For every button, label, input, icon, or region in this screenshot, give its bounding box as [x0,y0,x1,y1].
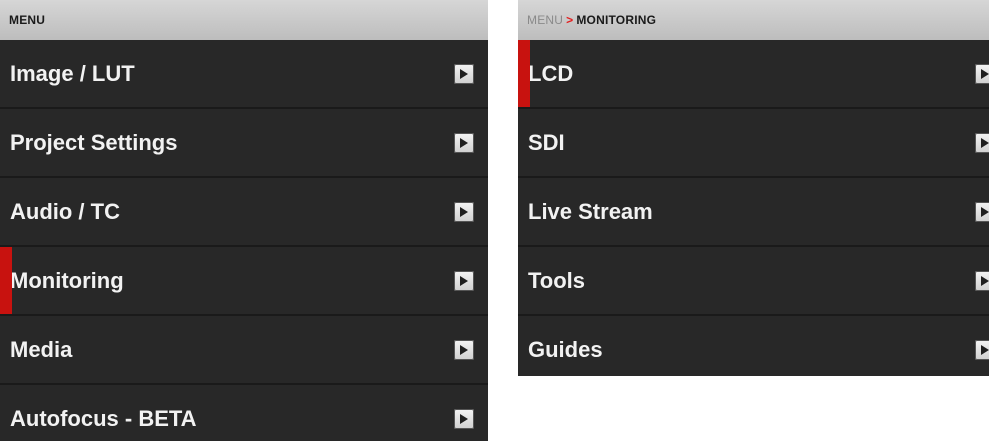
menu-item-label: Project Settings [10,129,178,155]
menu-item-label: Tools [528,267,586,293]
chevron-right-icon[interactable] [454,201,474,222]
main-menu-panel: MENU Image / LUT Project Settings Audio … [0,0,488,441]
menu-item-label: SDI [528,129,565,155]
menu-item-project-settings[interactable]: Project Settings [0,109,488,178]
menu-item-guides[interactable]: Guides [518,316,989,376]
menu-item-sdi[interactable]: SDI [518,109,989,178]
monitoring-submenu-panel: MENU > MONITORING LCD SDI Live Stream To… [518,0,989,376]
selection-indicator [518,40,530,107]
chevron-right-icon[interactable] [975,270,989,291]
menu-item-live-stream[interactable]: Live Stream [518,178,989,247]
menu-item-label: Live Stream [528,198,653,224]
breadcrumb-parent[interactable]: MENU [527,13,563,27]
menu-item-monitoring[interactable]: Monitoring [0,247,488,316]
menu-header: MENU [0,0,488,40]
chevron-right-icon[interactable] [454,270,474,291]
chevron-right-icon[interactable] [454,63,474,84]
chevron-right-icon[interactable] [975,339,989,360]
menu-item-lcd[interactable]: LCD [518,40,989,109]
menu-item-label: Monitoring [10,267,124,293]
selection-indicator [0,247,12,314]
chevron-right-icon[interactable] [975,201,989,222]
menu-item-tools[interactable]: Tools [518,247,989,316]
menu-item-audio-tc[interactable]: Audio / TC [0,178,488,247]
breadcrumb-current: MONITORING [576,13,657,27]
menu-item-label: Guides [528,336,603,362]
menu-item-image-lut[interactable]: Image / LUT [0,40,488,109]
breadcrumb: MENU > MONITORING [518,0,989,40]
breadcrumb-separator: > [566,13,574,27]
menu-item-label: Media [10,336,73,362]
chevron-right-icon[interactable] [454,339,474,360]
menu-header-title: MENU [9,13,46,27]
menu-item-label: Audio / TC [10,198,120,224]
chevron-right-icon[interactable] [454,408,474,429]
chevron-right-icon[interactable] [975,132,989,153]
menu-item-label: Autofocus - BETA [10,405,197,431]
menu-item-label: Image / LUT [10,60,135,86]
chevron-right-icon[interactable] [975,63,989,84]
menu-item-media[interactable]: Media [0,316,488,385]
menu-item-autofocus-beta[interactable]: Autofocus - BETA [0,385,488,441]
chevron-right-icon[interactable] [454,132,474,153]
menu-item-label: LCD [528,60,574,86]
